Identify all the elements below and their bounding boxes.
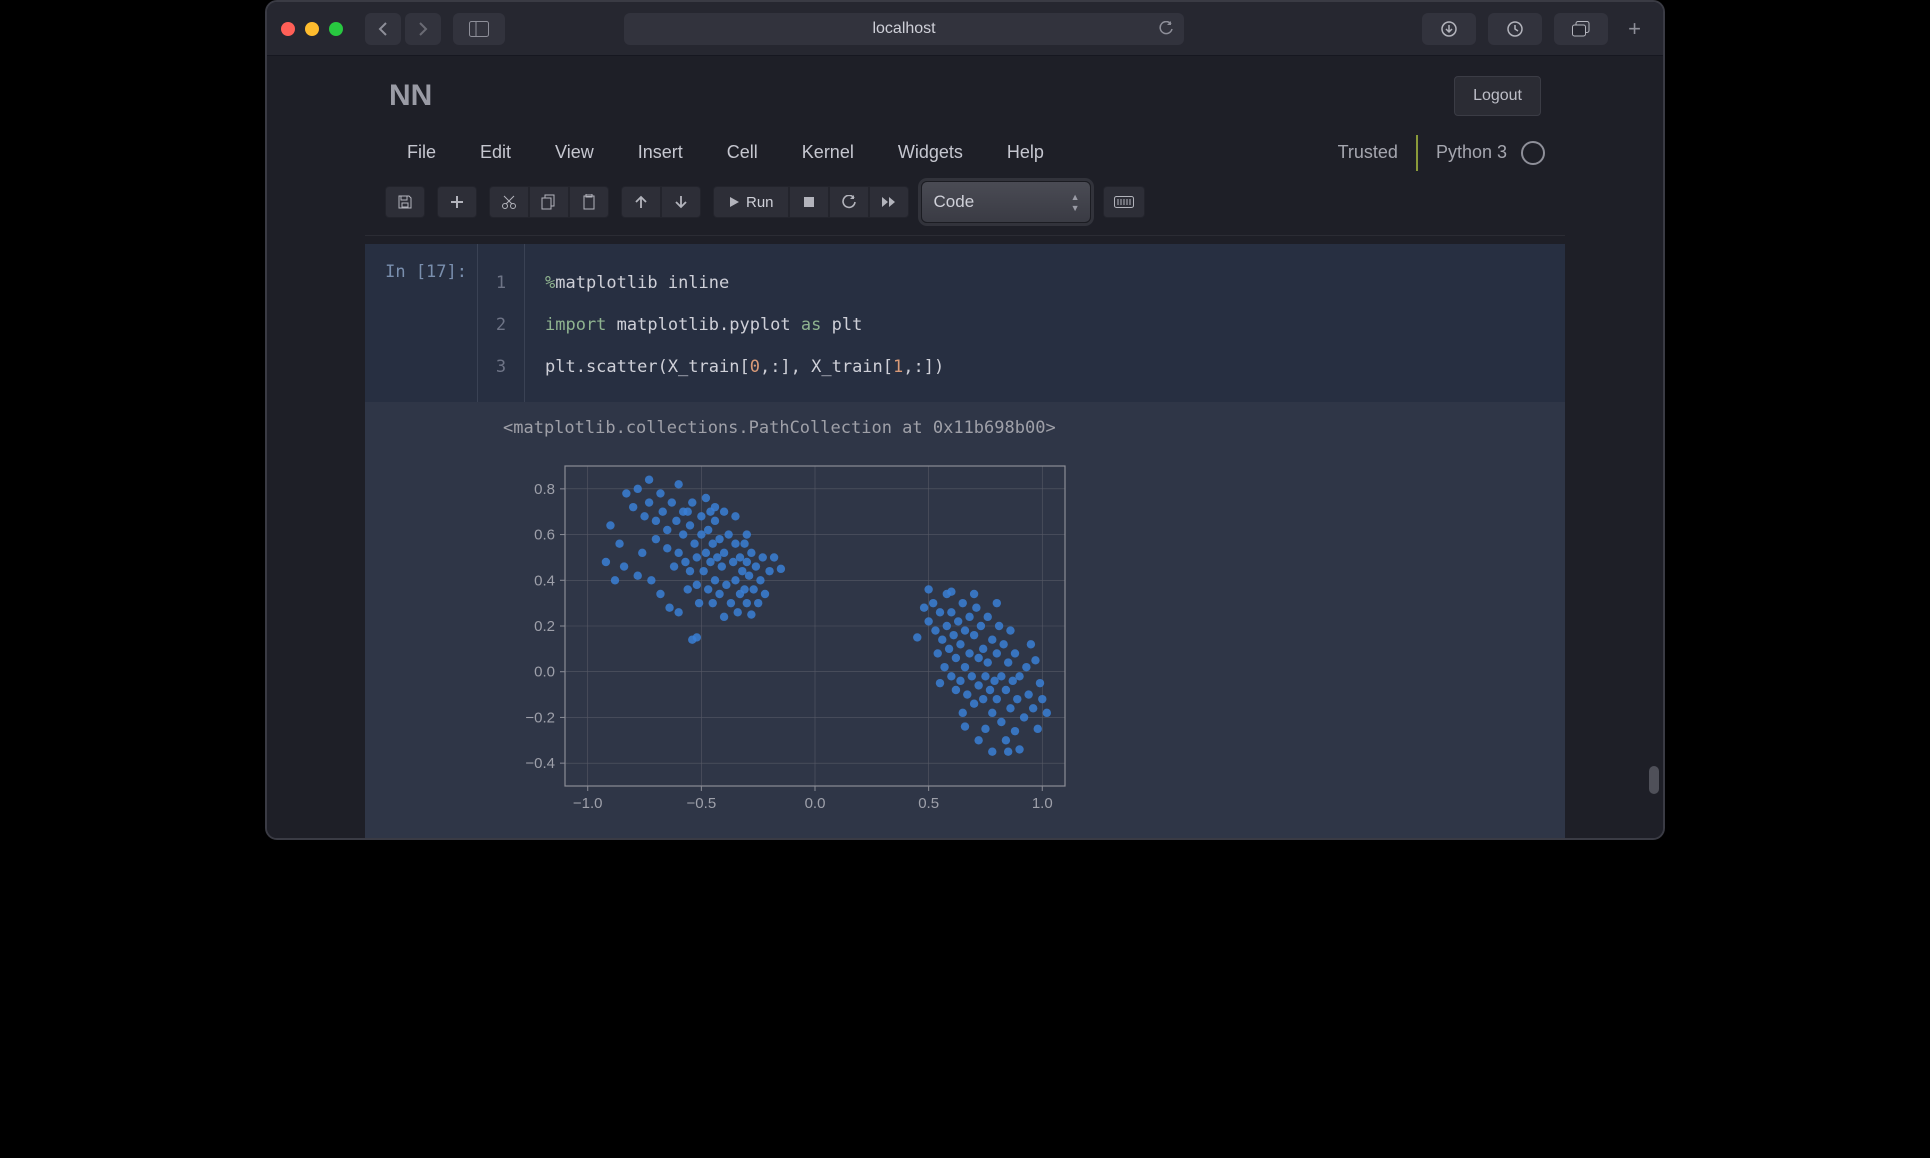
svg-text:−0.2: −0.2 [525,709,555,726]
save-button[interactable] [385,186,425,218]
trusted-label: Trusted [1338,142,1398,163]
code-cell[interactable]: In [17]: 1 2 3 %matplotlib inline import… [365,244,1565,402]
run-button-label: Run [746,194,774,211]
notebook-toolbar: Run Code ▲▼ [365,181,1565,236]
code-editor[interactable]: %matplotlib inline import matplotlib.pyp… [525,244,964,402]
downloads-button[interactable] [1422,13,1476,45]
svg-text:−1.0: −1.0 [573,795,603,812]
kernel-status: Trusted Python 3 [1338,135,1545,171]
input-prompt: In [17]: [385,262,467,282]
notebook-header: NN Logout [365,56,1565,116]
move-down-button[interactable] [661,186,701,218]
chevron-updown-icon: ▲▼ [1071,192,1080,213]
menu-edit[interactable]: Edit [458,134,533,171]
kernel-idle-icon [1521,141,1545,165]
cell-type-select[interactable]: Code ▲▼ [921,181,1091,223]
svg-text:0.0: 0.0 [805,795,826,812]
line-number: 1 [478,262,524,304]
address-bar[interactable]: localhost [624,13,1184,45]
logout-button[interactable]: Logout [1454,76,1541,116]
page-content: NN Logout File Edit View Insert Cell Ker… [267,56,1663,838]
paste-button[interactable] [569,186,609,218]
menu-insert[interactable]: Insert [616,134,705,171]
minimize-window-button[interactable] [305,22,319,36]
svg-text:−0.4: −0.4 [525,755,555,772]
address-text: localhost [872,20,935,38]
scatter-plot: −1.0 −0.5 0.0 0.5 1.0 −0.4 −0.2 0.0 0.2 0.4 0.6 0.8 [503,456,1083,822]
restart-run-all-button[interactable] [869,186,909,218]
tabs-button[interactable] [1554,13,1608,45]
svg-text:−0.5: −0.5 [687,795,717,812]
browser-window: localhost + NN Logout File Edit View Ins… [265,0,1665,840]
line-number-gutter: 1 2 3 [477,244,525,402]
svg-text:0.2: 0.2 [534,618,555,635]
line-number: 3 [478,346,524,388]
menu-widgets[interactable]: Widgets [876,134,985,171]
maximize-window-button[interactable] [329,22,343,36]
command-palette-button[interactable] [1103,186,1145,218]
svg-text:0.4: 0.4 [534,572,555,589]
back-button[interactable] [365,13,401,45]
svg-text:0.0: 0.0 [534,664,555,681]
line-number: 2 [478,304,524,346]
new-tab-button[interactable]: + [1620,16,1649,42]
kernel-name[interactable]: Python 3 [1436,142,1507,163]
menu-file[interactable]: File [385,134,458,171]
add-cell-button[interactable] [437,186,477,218]
nav-buttons [365,13,441,45]
restart-button[interactable] [829,186,869,218]
divider [1416,135,1418,171]
menu-cell[interactable]: Cell [705,134,780,171]
menu-help[interactable]: Help [985,134,1066,171]
menu-kernel[interactable]: Kernel [780,134,876,171]
window-controls [281,22,343,36]
close-window-button[interactable] [281,22,295,36]
menu-items: File Edit View Insert Cell Kernel Widget… [385,134,1066,171]
menu-view[interactable]: View [533,134,616,171]
interrupt-button[interactable] [789,186,829,218]
copy-button[interactable] [529,186,569,218]
svg-text:0.5: 0.5 [918,795,939,812]
svg-text:1.0: 1.0 [1032,795,1053,812]
browser-titlebar: localhost + [267,2,1663,56]
svg-text:0.8: 0.8 [534,481,555,498]
output-area: <matplotlib.collections.PathCollection a… [365,402,1565,838]
svg-text:0.6: 0.6 [534,527,555,544]
move-up-button[interactable] [621,186,661,218]
history-button[interactable] [1488,13,1542,45]
cell-type-value: Code [934,192,975,212]
output-text: <matplotlib.collections.PathCollection a… [503,418,1545,438]
sidebar-toggle-button[interactable] [453,13,505,45]
reload-icon[interactable] [1158,21,1174,37]
notebook-title[interactable]: NN [389,79,432,113]
scrollbar-thumb[interactable] [1649,766,1659,794]
run-button[interactable]: Run [713,186,789,218]
toolbar-right: + [1422,13,1649,45]
cut-button[interactable] [489,186,529,218]
menu-bar: File Edit View Insert Cell Kernel Widget… [365,116,1565,181]
forward-button[interactable] [405,13,441,45]
